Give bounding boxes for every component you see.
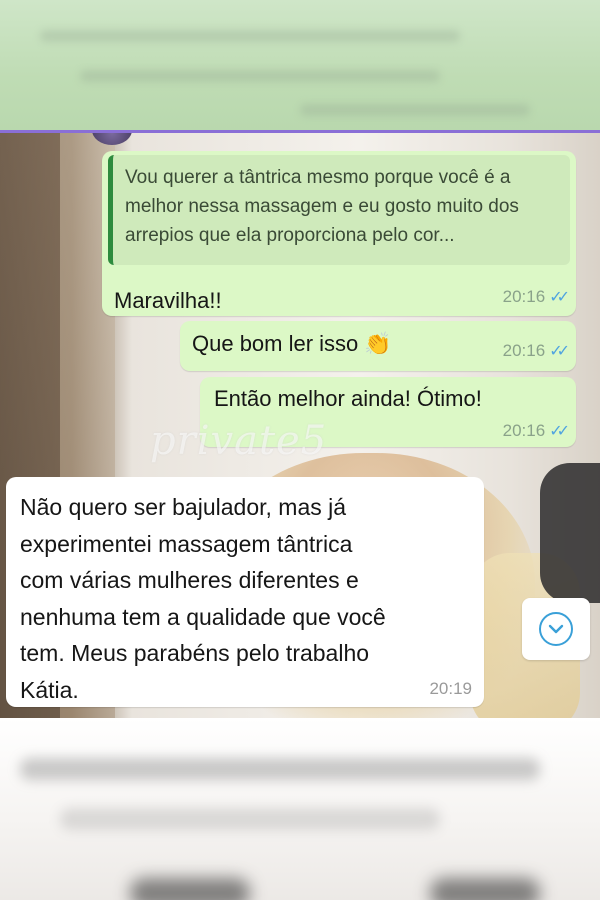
quoted-message[interactable]: Vou querer a tântrica mesmo porque você … <box>108 155 570 265</box>
message-time: 20:16 <box>502 341 546 360</box>
message-time: 20:16 <box>502 421 546 440</box>
message-bubble-outgoing[interactable]: Vou querer a tântrica mesmo porque você … <box>102 151 576 316</box>
message-meta: 20:16 ✓✓ <box>502 421 570 441</box>
double-check-read-icon: ✓✓ <box>549 423 570 440</box>
clapping-hands-emoji: 👏 <box>364 331 392 356</box>
message-text: Não quero ser bajulador, mas já experime… <box>20 494 386 703</box>
quoted-message-text: Vou querer a tântrica mesmo porque você … <box>125 167 519 246</box>
chevron-down-icon <box>539 612 573 646</box>
message-bubble-outgoing[interactable]: Que bom ler isso 👏 20:16 ✓✓ <box>180 321 576 371</box>
message-bubble-incoming[interactable]: Não quero ser bajulador, mas já experime… <box>6 477 484 707</box>
message-text: Então melhor ainda! Ótimo! <box>214 386 482 411</box>
watermark: private5 <box>150 418 328 464</box>
message-time: 20:16 <box>502 287 546 306</box>
double-check-read-icon: ✓✓ <box>549 289 570 306</box>
message-text-wrap: Que bom ler isso 👏 <box>192 331 392 357</box>
message-time: 20:19 <box>429 679 472 698</box>
wallpaper-photo <box>540 463 600 603</box>
chat-area[interactable]: Vou querer a tântrica mesmo porque você … <box>0 133 600 718</box>
message-meta: 20:16 ✓✓ <box>502 287 570 307</box>
message-meta: 20:16 ✓✓ <box>502 341 570 361</box>
message-text: Maravilha!! <box>114 288 222 313</box>
blurred-bottom-area <box>0 718 600 900</box>
scroll-to-bottom-button[interactable] <box>522 598 590 660</box>
message-text: Que bom ler isso <box>192 331 359 356</box>
blurred-top-area <box>0 0 600 130</box>
double-check-read-icon: ✓✓ <box>549 343 570 360</box>
